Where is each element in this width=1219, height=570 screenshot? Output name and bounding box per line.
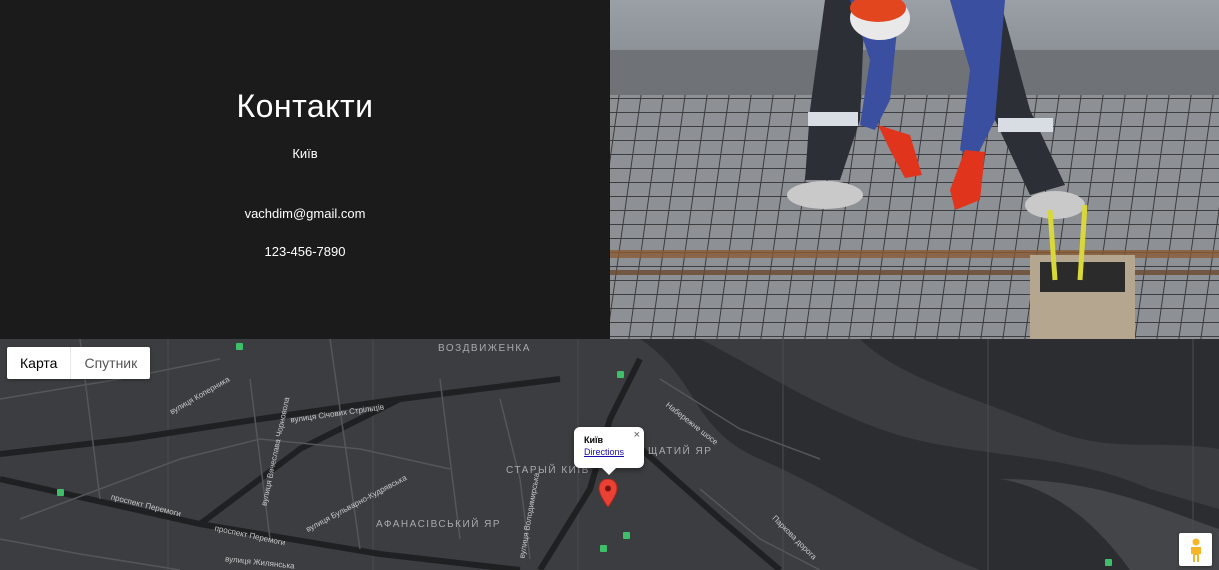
- info-window-title: Київ: [584, 435, 604, 445]
- map-type-map-button[interactable]: Карта: [7, 347, 72, 379]
- contact-phone[interactable]: 123-456-7890: [0, 244, 610, 259]
- contact-city: Київ: [292, 146, 318, 161]
- district-label: АФАНАСІВСЬКИЙ ЯР: [376, 519, 502, 530]
- construction-worker-image: [610, 0, 1219, 339]
- map-info-window: Київ Directions ×: [574, 427, 644, 475]
- district-label: ВОЗДВИЖЕНКА: [438, 343, 531, 354]
- map-type-satellite-button[interactable]: Спутник: [71, 347, 150, 379]
- top-section: Контакти Київ vachdim@gmail.com 123-456-…: [0, 0, 1219, 339]
- close-icon[interactable]: ×: [634, 429, 640, 441]
- district-label: ЩАТИЙ ЯР: [648, 446, 713, 457]
- google-map[interactable]: Карта Спутник вулиця Коперника вулиця Сі…: [0, 339, 1219, 570]
- contact-panel: Контакти Київ vachdim@gmail.com 123-456-…: [0, 0, 610, 339]
- map-type-control: Карта Спутник: [7, 347, 151, 379]
- street-view-pegman-button[interactable]: [1179, 533, 1212, 566]
- map-pin-icon[interactable]: [598, 479, 618, 507]
- contact-title: Контакти: [236, 88, 374, 124]
- contact-email[interactable]: vachdim@gmail.com: [0, 206, 610, 221]
- directions-link[interactable]: Directions: [584, 447, 634, 457]
- pegman-icon: [1190, 538, 1201, 562]
